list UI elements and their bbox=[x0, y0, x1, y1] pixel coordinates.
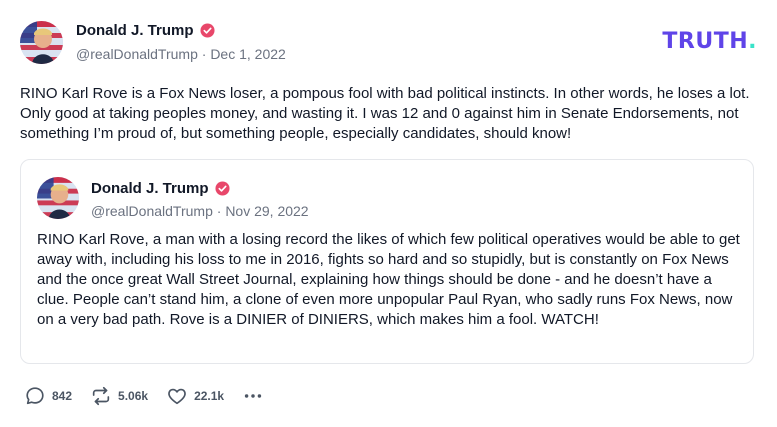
like-count: 22.1k bbox=[194, 389, 225, 403]
retruth-button[interactable]: 5.06k bbox=[90, 385, 148, 407]
reply-button[interactable]: 842 bbox=[24, 385, 72, 407]
truth-post: Donald J. Trump @realDonaldTrump · Dec 1… bbox=[0, 0, 777, 427]
post-meta: @realDonaldTrump · Dec 1, 2022 bbox=[76, 46, 286, 62]
more-icon bbox=[244, 394, 262, 398]
like-button[interactable]: 22.1k bbox=[166, 385, 224, 407]
more-options-button[interactable] bbox=[242, 385, 264, 407]
author-handle[interactable]: @realDonaldTrump bbox=[76, 46, 198, 62]
quoted-post-text: RINO Karl Rove, a man with a losing reco… bbox=[37, 231, 740, 328]
author-name[interactable]: Donald J. Trump bbox=[76, 22, 194, 39]
quoted-author-name[interactable]: Donald J. Trump bbox=[91, 180, 209, 197]
reply-icon bbox=[26, 387, 44, 405]
brand-dot: . bbox=[748, 29, 757, 54]
quoted-post-date[interactable]: Nov 29, 2022 bbox=[225, 203, 308, 219]
quoted-author-name-row: Donald J. Trump bbox=[91, 180, 230, 197]
retruth-count: 5.06k bbox=[118, 389, 149, 403]
like-icon bbox=[168, 388, 186, 405]
author-name-row: Donald J. Trump bbox=[76, 22, 215, 39]
retruth-icon bbox=[92, 386, 110, 406]
meta-separator: · bbox=[197, 46, 211, 62]
post-date[interactable]: Dec 1, 2022 bbox=[210, 46, 286, 62]
post-text: RINO Karl Rove is a Fox News loser, a po… bbox=[20, 85, 750, 142]
quoted-author-avatar[interactable] bbox=[37, 177, 79, 219]
reply-count: 842 bbox=[52, 389, 73, 403]
brand-text: TRUTH bbox=[662, 29, 749, 54]
author-avatar[interactable] bbox=[20, 21, 63, 64]
truth-social-logo[interactable]: TRUTH. bbox=[662, 29, 757, 54]
quoted-author-handle[interactable]: @realDonaldTrump bbox=[91, 203, 213, 219]
quoted-post[interactable]: Donald J. Trump @realDonaldTrump · Nov 2… bbox=[20, 159, 754, 364]
verified-badge-icon bbox=[199, 23, 215, 38]
quoted-post-meta: @realDonaldTrump · Nov 29, 2022 bbox=[91, 203, 309, 219]
verified-badge-icon bbox=[214, 181, 230, 196]
post-action-bar: 842 5.06k 22.1k bbox=[24, 385, 264, 407]
meta-separator: · bbox=[212, 203, 226, 219]
